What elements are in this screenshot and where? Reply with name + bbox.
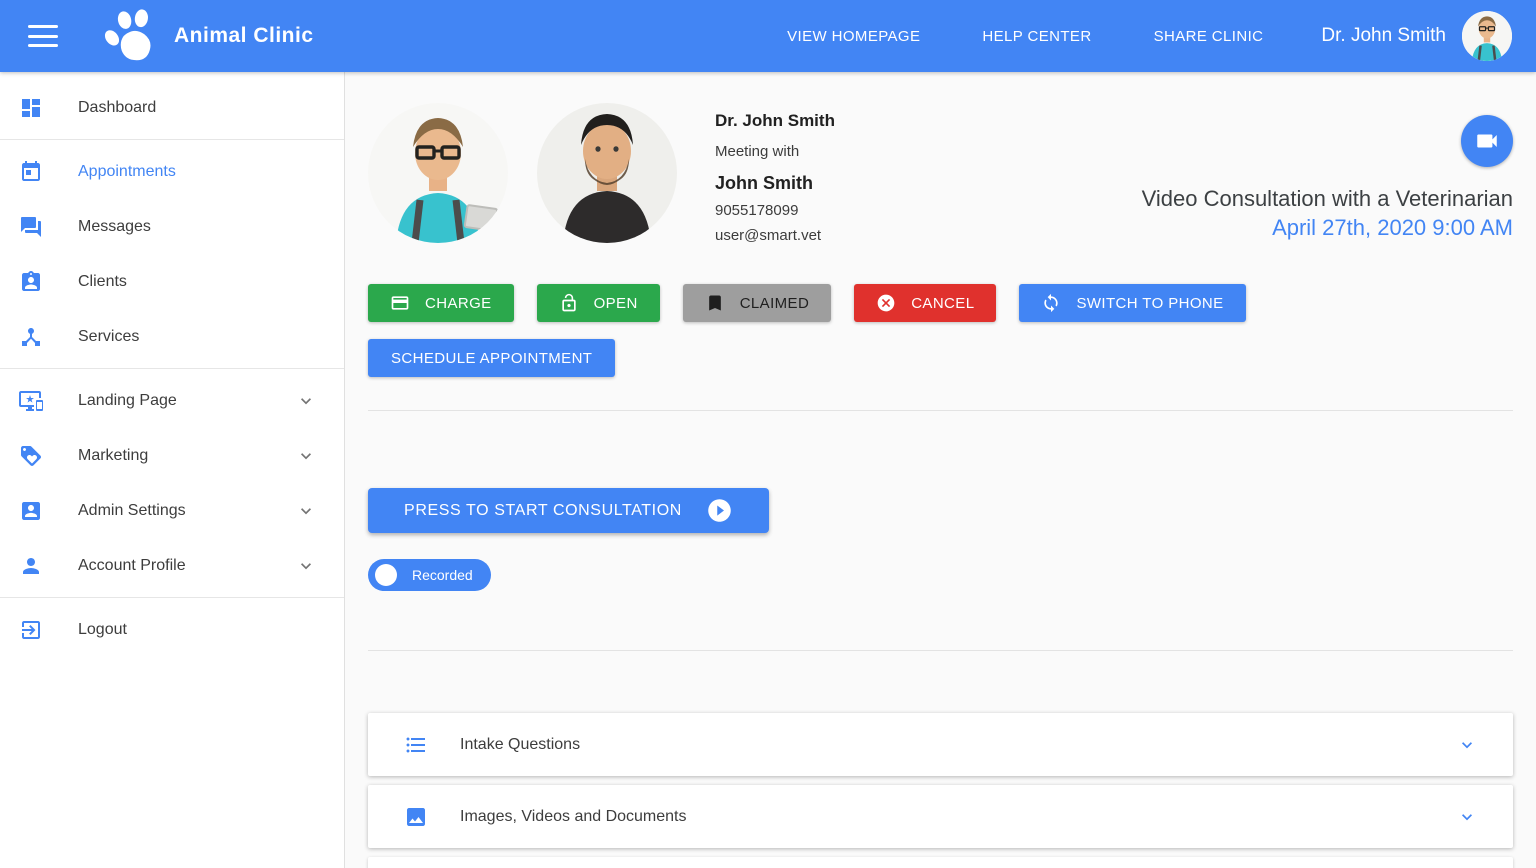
loyalty-tag-icon [19, 444, 43, 468]
sidebar-item-landing-page[interactable]: Landing Page [0, 373, 344, 428]
divider [0, 597, 344, 598]
video-call-button[interactable] [1461, 115, 1513, 167]
contact-badge-icon [19, 270, 43, 294]
chat-icon [19, 215, 43, 239]
button-label: CANCEL [911, 295, 974, 312]
sidebar-item-messages[interactable]: Messages [0, 199, 344, 254]
doctor-name: Dr. John Smith [715, 111, 835, 131]
sidebar-item-logout[interactable]: Logout [0, 602, 344, 657]
schedule-appointment-button[interactable]: SCHEDULE APPOINTMENT [368, 339, 615, 377]
sidebar-item-admin-settings[interactable]: Admin Settings [0, 483, 344, 538]
sync-icon [1041, 293, 1061, 313]
switch-to-phone-button[interactable]: SWITCH TO PHONE [1019, 284, 1245, 322]
nav-view-homepage[interactable]: VIEW HOMEPAGE [787, 28, 920, 45]
chevron-down-icon [296, 391, 316, 411]
appointment-datetime: April 27th, 2020 9:00 AM [1272, 215, 1513, 241]
section-partial-card[interactable] [368, 857, 1513, 868]
nav-share-clinic[interactable]: SHARE CLINIC [1154, 28, 1264, 45]
user-avatar[interactable] [1462, 11, 1512, 61]
brand-name: Animal Clinic [174, 24, 314, 48]
client-email: user@smart.vet [715, 227, 835, 244]
user-avatar-image [1462, 11, 1512, 61]
toggle-label: Recorded [412, 567, 473, 583]
image-icon [404, 805, 428, 829]
button-label: OPEN [594, 295, 638, 312]
button-label: CLAIMED [740, 295, 809, 312]
client-avatar [537, 103, 677, 243]
sidebar-item-label: Messages [78, 218, 151, 236]
sidebar-item-marketing[interactable]: Marketing [0, 428, 344, 483]
brand: Animal Clinic [102, 8, 314, 64]
section-intake-questions[interactable]: Intake Questions [368, 713, 1513, 776]
divider [368, 650, 1513, 651]
button-label: CHARGE [425, 295, 492, 312]
nav-help-center[interactable]: HELP CENTER [982, 28, 1091, 45]
dashboard-icon [19, 96, 43, 120]
chevron-down-icon [296, 556, 316, 576]
videocam-icon [1474, 128, 1500, 154]
chevron-down-icon [1457, 735, 1477, 755]
open-button[interactable]: OPEN [537, 284, 660, 322]
list-icon [404, 733, 428, 757]
chevron-down-icon [1457, 807, 1477, 827]
toggle-knob [375, 564, 397, 586]
button-label: PRESS TO START CONSULTATION [404, 502, 682, 520]
cancel-icon [876, 293, 896, 313]
section-images-videos-documents[interactable]: Images, Videos and Documents [368, 785, 1513, 848]
sidebar-item-label: Landing Page [78, 392, 177, 410]
sidebar-item-label: Admin Settings [78, 502, 186, 520]
cancel-button[interactable]: CANCEL [854, 284, 996, 322]
chevron-down-icon [296, 446, 316, 466]
menu-icon[interactable] [28, 25, 58, 47]
section-label: Images, Videos and Documents [460, 808, 687, 826]
client-name: John Smith [715, 173, 835, 194]
sidebar-item-dashboard[interactable]: Dashboard [0, 80, 344, 135]
sidebar-item-label: Dashboard [78, 99, 156, 117]
lock-open-icon [559, 293, 579, 313]
divider [368, 410, 1513, 411]
paw-logo-icon [102, 8, 164, 64]
chevron-down-icon [296, 501, 316, 521]
divider [0, 368, 344, 369]
logout-icon [19, 618, 43, 642]
devices-star-icon [19, 389, 43, 413]
sidebar-item-appointments[interactable]: Appointments [0, 144, 344, 199]
sidebar-item-label: Services [78, 328, 139, 346]
hub-icon [19, 325, 43, 349]
claimed-button[interactable]: CLAIMED [683, 284, 831, 322]
appointment-header: Dr. John Smith Meeting with John Smith 9… [368, 103, 1513, 244]
bookmark-icon [705, 293, 725, 313]
button-label: SWITCH TO PHONE [1076, 295, 1223, 312]
calendar-icon [19, 160, 43, 184]
client-phone: 9055178099 [715, 202, 835, 219]
play-circle-icon [706, 497, 733, 524]
sidebar-item-label: Logout [78, 621, 127, 639]
sidebar-item-label: Account Profile [78, 557, 186, 575]
sidebar-item-label: Marketing [78, 447, 148, 465]
start-consultation-button[interactable]: PRESS TO START CONSULTATION [368, 488, 769, 533]
app-header: Animal Clinic VIEW HOMEPAGE HELP CENTER … [0, 0, 1536, 72]
recorded-toggle[interactable]: Recorded [368, 559, 491, 591]
meeting-info: Dr. John Smith Meeting with John Smith 9… [715, 103, 835, 244]
sidebar: Dashboard Appointments Messages Clients [0, 72, 345, 868]
sidebar-item-services[interactable]: Services [0, 309, 344, 364]
sidebar-item-account-profile[interactable]: Account Profile [0, 538, 344, 593]
main-content: Dr. John Smith Meeting with John Smith 9… [345, 72, 1536, 868]
divider [0, 139, 344, 140]
account-box-icon [19, 499, 43, 523]
section-label: Intake Questions [460, 736, 580, 754]
header-user-name[interactable]: Dr. John Smith [1321, 25, 1446, 47]
person-icon [19, 554, 43, 578]
action-buttons: CHARGE OPEN CLAIMED CANCEL SWITCH TO PHO… [368, 284, 1513, 322]
sidebar-item-clients[interactable]: Clients [0, 254, 344, 309]
sidebar-item-label: Clients [78, 273, 127, 291]
credit-card-icon [390, 293, 410, 313]
sidebar-item-label: Appointments [78, 163, 176, 181]
charge-button[interactable]: CHARGE [368, 284, 514, 322]
meeting-with-label: Meeting with [715, 143, 835, 160]
doctor-avatar [368, 103, 508, 243]
appointment-title: Video Consultation with a Veterinarian [1142, 186, 1513, 212]
